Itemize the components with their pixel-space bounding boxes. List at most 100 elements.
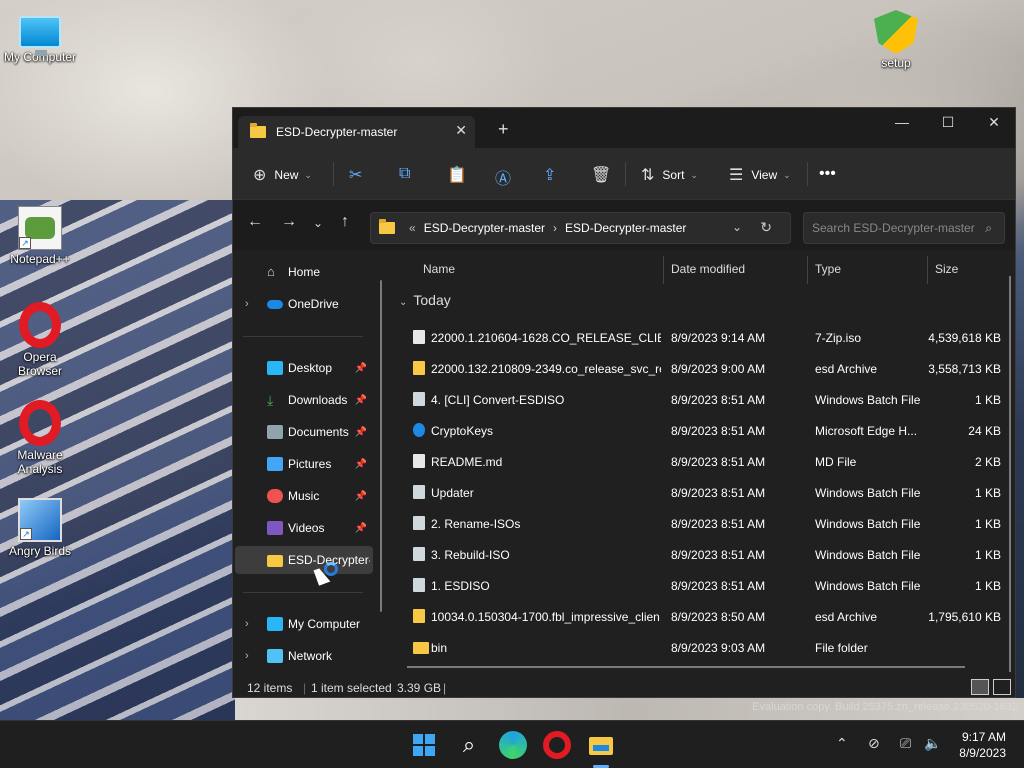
cut-icon[interactable]: ✂ [349, 165, 362, 185]
maximize-button[interactable]: ☐ [925, 114, 971, 131]
sidebar-item-onedrive[interactable]: › OneDrive [233, 290, 371, 318]
pin-icon[interactable]: 📌 [355, 491, 367, 502]
batch-icon [413, 547, 425, 561]
search-input[interactable] [812, 213, 982, 243]
paste-icon[interactable]: 📋 [447, 165, 467, 185]
start-icon[interactable] [410, 731, 438, 759]
sidebar-item-esd-decrypter[interactable]: ESD-Decrypter-m [235, 546, 373, 574]
close-tab-icon[interactable]: ✕ [455, 122, 467, 139]
batch-icon [413, 516, 425, 530]
sidebar-item-my-computer[interactable]: › My Computer [233, 610, 371, 638]
view-button[interactable]: ☰ View ⌄ [729, 165, 791, 185]
file-explorer-icon[interactable] [587, 731, 615, 759]
desktop-icon [267, 361, 283, 375]
tab-esd-decrypter[interactable]: ESD-Decrypter-master ✕ [238, 116, 475, 148]
edge-icon[interactable] [499, 731, 527, 759]
sidebar-item-label: Videos [288, 521, 325, 535]
recent-locations-icon[interactable]: ⌄ [313, 216, 323, 230]
sidebar-item-documents[interactable]: Documents 📌 [233, 418, 371, 446]
expand-chevron-icon[interactable]: › [245, 298, 249, 310]
refresh-icon[interactable]: ↻ [760, 219, 772, 236]
pin-icon[interactable]: 📌 [355, 523, 367, 534]
remote-display-icon[interactable]: ⎚ [900, 735, 911, 752]
clock[interactable]: 9:17 AM 8/9/2023 [959, 729, 1006, 761]
new-button[interactable]: ⊕ New ⌄ [253, 165, 312, 185]
share-icon[interactable]: ⇪ [543, 165, 556, 185]
desktop-icon-setup[interactable]: setup [856, 10, 936, 70]
table-row[interactable]: 10034.0.150304-1700.fbl_impressive_clien… [391, 601, 1003, 632]
sidebar-item-desktop[interactable]: Desktop 📌 [233, 354, 371, 382]
pictures-icon [267, 457, 283, 471]
show-hidden-icons-icon[interactable]: ⌃ [836, 735, 848, 752]
nav-scrollbar[interactable] [380, 280, 382, 612]
tiles-view-icon[interactable] [993, 679, 1011, 695]
details-view-icon[interactable] [971, 679, 989, 695]
expand-chevron-icon[interactable]: › [245, 650, 249, 662]
sidebar-item-network[interactable]: › Network [233, 642, 371, 670]
desktop-icon-malware-analysis[interactable]: Malware Analysis [0, 400, 80, 476]
horizontal-scrollbar[interactable] [407, 666, 965, 668]
table-row[interactable]: 4. [CLI] Convert-ESDISO 8/9/2023 8:51 AM W… [391, 384, 1003, 415]
search-box[interactable]: ⌕ [803, 212, 1005, 244]
sidebar-item-videos[interactable]: Videos 📌 [233, 514, 371, 542]
table-row[interactable]: README.md 8/9/2023 8:51 AM MD File 2 KB [391, 446, 1003, 477]
computer-icon [267, 617, 283, 631]
column-divider[interactable] [807, 256, 808, 284]
expand-chevron-icon[interactable]: › [245, 618, 249, 630]
sidebar-item-home[interactable]: ⌂ Home [233, 258, 371, 286]
breadcrumb-overflow[interactable]: « [409, 221, 416, 235]
table-row[interactable]: 2. Rename-ISOs 8/9/2023 8:51 AM Windows Ba… [391, 508, 1003, 539]
item-count: 12 items [247, 681, 293, 695]
column-divider[interactable] [927, 256, 928, 284]
pin-icon[interactable]: 📌 [355, 395, 367, 406]
column-header-type[interactable]: Type [815, 262, 841, 276]
chevron-down-icon: ⌄ [690, 169, 698, 180]
table-row[interactable]: 3. Rebuild-ISO 8/9/2023 8:51 AM Windows Ba… [391, 539, 1003, 570]
breadcrumb-item[interactable]: ESD-Decrypter-master [424, 221, 545, 235]
table-row[interactable]: Updater 8/9/2023 8:51 AM Windows Batch Fil… [391, 477, 1003, 508]
new-tab-button[interactable]: + [498, 119, 509, 140]
up-arrow-icon[interactable]: ↑ [341, 213, 349, 231]
volume-icon[interactable]: 🔈 [924, 735, 941, 752]
desktop-icon-my-computer[interactable]: My Computer [0, 10, 80, 64]
group-header[interactable]: ⌄ Today [399, 292, 451, 308]
sort-button[interactable]: ⇅ Sort ⌄ [641, 165, 698, 185]
column-header-date[interactable]: Date modified [671, 262, 745, 276]
close-window-button[interactable]: ✕ [971, 114, 1017, 131]
more-options-icon[interactable]: ••• [819, 165, 836, 183]
pin-icon[interactable]: 📌 [355, 427, 367, 438]
vertical-scrollbar[interactable] [1009, 276, 1011, 672]
delete-icon[interactable]: 🗑 [591, 165, 611, 185]
sidebar-item-pictures[interactable]: Pictures 📌 [233, 450, 371, 478]
copy-icon[interactable]: ⧉ [399, 165, 410, 183]
pin-icon[interactable]: 📌 [355, 459, 367, 470]
network-disconnected-icon[interactable]: ⊘ [868, 735, 880, 752]
desktop-icon-notepadpp[interactable]: ↗ Notepad++ [0, 206, 80, 266]
table-row[interactable]: bin 8/9/2023 9:03 AM File folder [391, 632, 1003, 663]
pin-icon[interactable]: 📌 [355, 363, 367, 374]
column-header-size[interactable]: Size [935, 262, 958, 276]
table-row[interactable]: CryptoKeys 8/9/2023 8:51 AM Microsoft Edge… [391, 415, 1003, 446]
rename-icon[interactable]: Ⓐ [495, 165, 511, 189]
minimize-button[interactable]: — [879, 114, 925, 130]
sidebar-item-music[interactable]: Music 📌 [233, 482, 371, 510]
desktop-icon-angry-birds[interactable]: ↗ Angry Birds [0, 498, 80, 558]
table-row[interactable]: 1. ESDISO 8/9/2023 8:51 AM Windows Batch F… [391, 570, 1003, 601]
address-bar[interactable]: « ESD-Decrypter-master › ESD-Decrypter-m… [370, 212, 791, 244]
file-size: 1 KB [974, 548, 1001, 562]
chevron-down-icon[interactable]: ⌄ [732, 220, 742, 234]
breadcrumb-item[interactable]: ESD-Decrypter-master [565, 221, 686, 235]
table-row[interactable]: 22000.132.210809-2349.co_release_svc_ref… [391, 353, 1003, 384]
chevron-right-icon[interactable]: › [553, 221, 557, 235]
opera-icon[interactable] [543, 731, 571, 759]
search-icon[interactable]: ⌕ [455, 731, 483, 759]
desktop-icon-opera[interactable]: Opera Browser [0, 302, 80, 378]
forward-arrow-icon[interactable]: → [281, 213, 297, 231]
back-arrow-icon[interactable]: ← [247, 213, 263, 231]
sidebar-item-downloads[interactable]: ⤓ Downloads 📌 [233, 386, 371, 414]
column-divider[interactable] [663, 256, 664, 284]
column-header-name[interactable]: Name [423, 262, 455, 276]
music-icon [267, 489, 283, 503]
table-row[interactable]: 22000.1.210604-1628.CO_RELEASE_CLIEN... 8… [391, 322, 1003, 353]
file-icon [413, 330, 425, 344]
